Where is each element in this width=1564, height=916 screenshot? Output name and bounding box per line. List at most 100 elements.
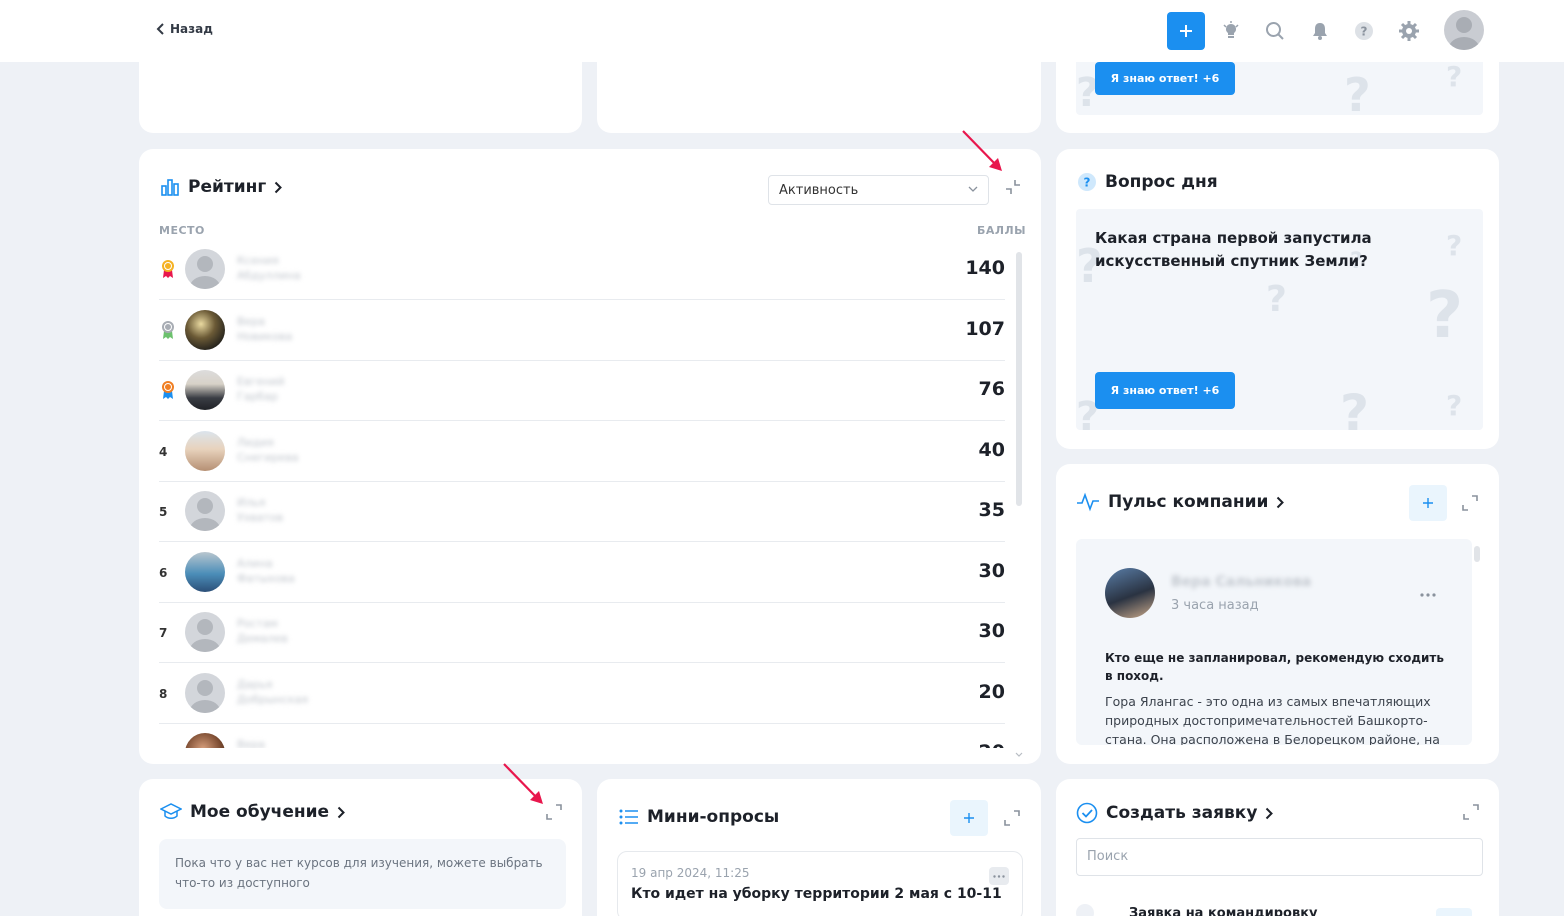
user-first-name: Вера — [237, 738, 266, 748]
answer-button[interactable]: Я знаю ответ! +6 — [1095, 372, 1235, 409]
avatar[interactable] — [185, 672, 225, 713]
lightbulb-icon[interactable] — [1220, 20, 1242, 42]
request-item-action[interactable] — [1436, 908, 1472, 916]
avatar[interactable] — [185, 370, 225, 410]
request-title[interactable]: Создать заявку — [1076, 802, 1274, 824]
rating-row[interactable]: Евгений Гарбар 76 — [159, 361, 1005, 421]
chevron-right-icon — [275, 181, 283, 193]
rating-row[interactable]: 6 Алина Фатыхова 30 — [159, 543, 1005, 603]
user-score: 35 — [978, 499, 1005, 521]
answer-button-top[interactable]: Я знаю ответ! +6 — [1095, 62, 1235, 95]
decor-question-mark: ? — [1426, 279, 1464, 353]
user-name[interactable]: Евгений Гарбар — [237, 374, 284, 404]
column-header-place: МЕСТО — [159, 224, 205, 237]
user-name[interactable]: Дарья Добрынская — [237, 677, 308, 707]
request-item-label[interactable]: Заявка на командировку — [1129, 906, 1318, 916]
avatar[interactable] — [185, 309, 225, 350]
user-first-name: Илья — [237, 496, 266, 509]
post-title: Кто еще не запланировал, рекомендую сход… — [1105, 651, 1444, 683]
gear-icon[interactable] — [1398, 20, 1420, 42]
poll-item[interactable]: 19 апр 2024, 11:25 Кто идет на уборку те… — [617, 851, 1023, 916]
post-time: 3 часа назад — [1171, 598, 1259, 613]
request-search-input[interactable]: Поиск — [1076, 838, 1483, 876]
user-score: 107 — [965, 317, 1005, 340]
rating-place: 7 — [159, 626, 168, 640]
user-first-name: Евгений — [237, 375, 285, 388]
rating-filter-select[interactable]: Активность — [768, 175, 989, 205]
chevron-right-icon — [1266, 807, 1274, 819]
add-poll-button[interactable] — [950, 800, 988, 836]
user-last-name: Добрынская — [237, 692, 309, 706]
user-avatar[interactable] — [1444, 10, 1484, 50]
user-last-name: Демалев — [237, 632, 288, 645]
rating-row[interactable]: 7 Ростам Демалев 30 — [159, 603, 1005, 663]
rating-row[interactable]: Ксения Абдуллина 140 — [159, 240, 1005, 300]
collapse-icon[interactable] — [1005, 179, 1021, 195]
rating-place: 4 — [159, 444, 168, 459]
avatar[interactable] — [185, 733, 225, 748]
user-name[interactable]: ВераБабаева — [237, 737, 285, 748]
rating-row[interactable]: 8 Дарья Добрынская 20 — [159, 664, 1005, 724]
user-name[interactable]: Лидия Снегирева — [237, 435, 299, 465]
rating-row[interactable]: 9 ВераБабаева 20 — [159, 724, 1005, 748]
poll-more-button[interactable] — [989, 867, 1009, 885]
decor-question-mark: ? — [1446, 229, 1463, 262]
learning-title[interactable]: Мое обучение — [160, 802, 345, 822]
avatar[interactable] — [185, 551, 225, 592]
post-author-avatar[interactable] — [1105, 568, 1155, 618]
user-last-name: Гарбар — [237, 390, 278, 403]
user-score: 76 — [978, 378, 1005, 400]
decor-question-mark: ? — [1446, 60, 1463, 93]
medal-icon — [162, 320, 174, 339]
user-first-name: Лидия — [237, 435, 274, 449]
help-icon[interactable]: ? — [1353, 20, 1375, 42]
back-button[interactable]: Назад — [156, 22, 213, 36]
chevron-right-icon — [337, 806, 345, 818]
user-name[interactable]: Илья Ухватов — [237, 495, 283, 525]
user-score: 20 — [979, 741, 1005, 748]
avatar[interactable] — [185, 249, 225, 289]
user-name[interactable]: Вера Новикова — [237, 314, 292, 344]
plus-icon — [1180, 25, 1192, 37]
medal-icon — [162, 381, 174, 399]
decor-question-mark: ? — [1446, 389, 1463, 422]
annotation-arrow — [962, 130, 1002, 171]
list-icon — [619, 809, 638, 825]
pulse-title[interactable]: Пульс компании — [1076, 492, 1285, 512]
bell-icon[interactable] — [1309, 20, 1331, 42]
rating-row[interactable]: Вера Новикова 107 — [159, 301, 1005, 361]
expand-icon[interactable] — [1004, 810, 1020, 826]
avatar[interactable] — [185, 612, 225, 652]
search-icon[interactable] — [1264, 20, 1286, 42]
rating-place: 6 — [159, 565, 168, 580]
check-circle-icon — [1076, 802, 1098, 824]
avatar[interactable] — [185, 430, 225, 471]
question-text: Какая страна первой запустила искусствен… — [1095, 229, 1372, 270]
plus-icon — [964, 813, 974, 823]
expand-icon[interactable] — [1462, 495, 1478, 511]
pulse-icon — [1077, 492, 1099, 512]
expand-icon[interactable] — [1463, 804, 1479, 820]
user-first-name: Ксения — [237, 254, 279, 267]
rating-row[interactable]: 5 Илья Ухватов 35 — [159, 482, 1005, 542]
create-button[interactable] — [1167, 12, 1205, 50]
question-of-day-title: ? Вопрос дня — [1077, 172, 1218, 192]
user-name[interactable]: Алина Фатыхова — [237, 556, 295, 586]
rating-scrollbar[interactable] — [1016, 252, 1022, 506]
user-name[interactable]: Ксения Абдуллина — [237, 253, 301, 283]
more-icon[interactable] — [1420, 593, 1436, 597]
user-first-name: Алина — [237, 556, 273, 570]
back-label: Назад — [170, 22, 213, 36]
rating-title[interactable]: Рейтинг — [160, 177, 283, 197]
question-icon: ? — [1078, 173, 1096, 191]
chevron-right-icon — [1277, 496, 1285, 508]
user-last-name: Абдуллина — [237, 269, 301, 282]
post-author-name[interactable]: Вера Сальникова — [1171, 574, 1311, 590]
pulse-scrollbar[interactable] — [1474, 546, 1480, 562]
add-post-button[interactable] — [1409, 485, 1447, 521]
rating-place: 8 — [159, 686, 168, 701]
rating-row[interactable]: 4 Лидия Снегирева 40 — [159, 422, 1005, 482]
scroll-down-icon[interactable] — [1015, 752, 1023, 758]
user-name[interactable]: Ростам Демалев — [237, 616, 288, 646]
avatar[interactable] — [185, 491, 225, 531]
